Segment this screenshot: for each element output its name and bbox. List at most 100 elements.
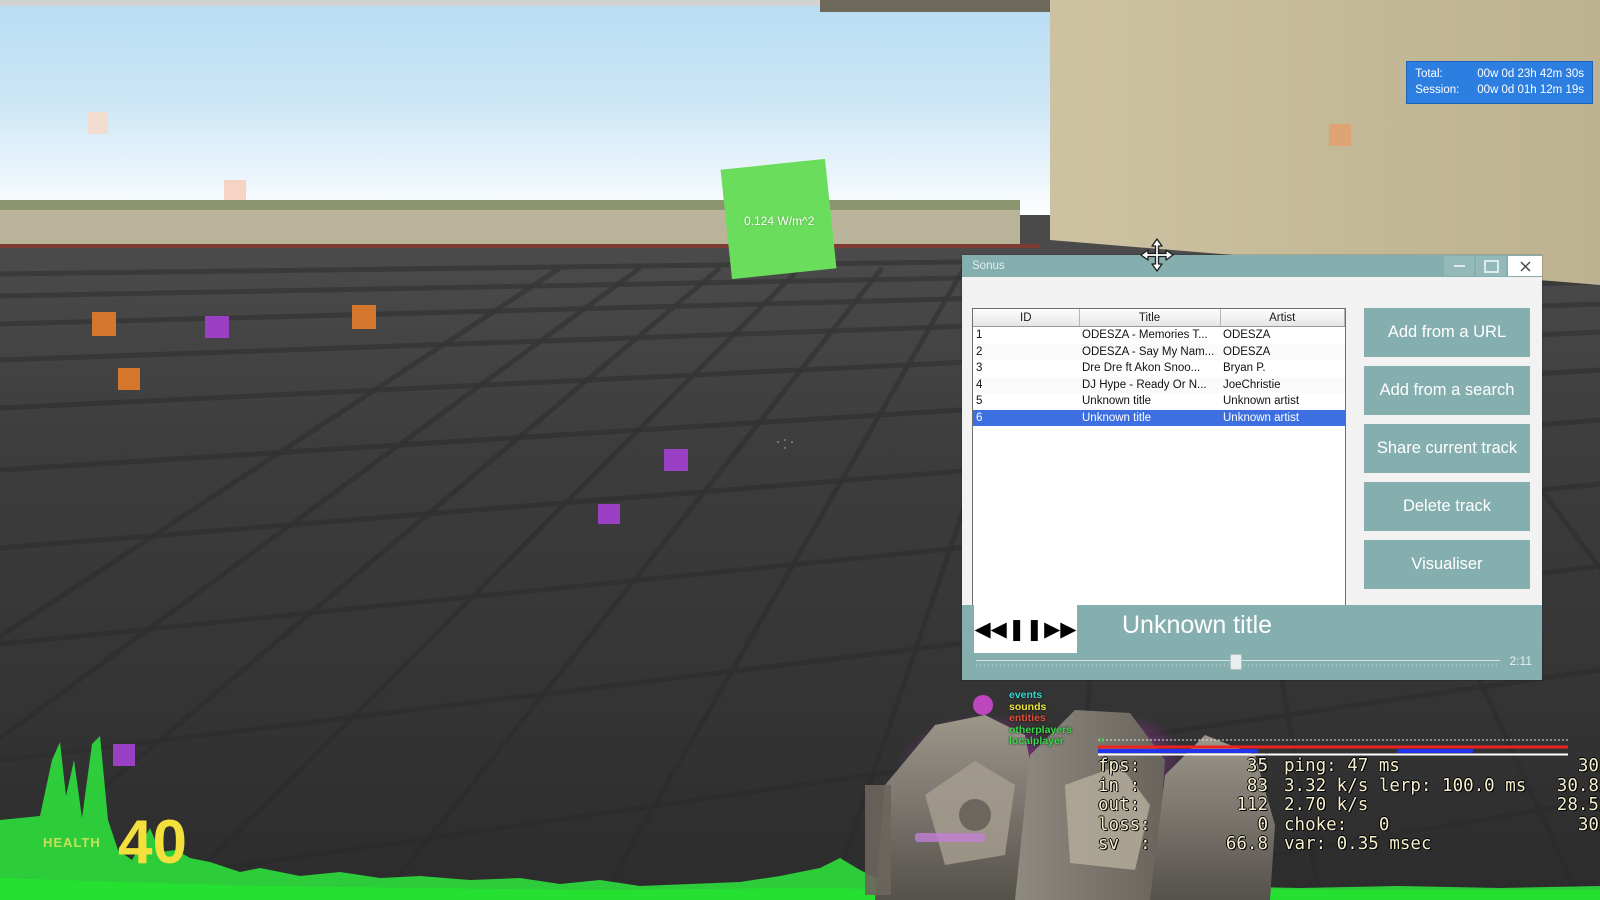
minimize-button[interactable] <box>1444 256 1474 276</box>
netgraph-stat-line: out: 112 2.70 k/s 28.5/s <box>1098 795 1600 816</box>
playlist-row[interactable]: 2 ODESZA - Say My Nam... ODESZA <box>973 343 1345 360</box>
scene-marker <box>1329 124 1351 146</box>
scene-marker <box>205 316 229 338</box>
netgraph-stat-value: 35 <box>1246 756 1268 776</box>
scene-marker <box>352 305 376 329</box>
playlist-table-container[interactable]: ID Title Artist 1 ODESZA - Memories T... ODE… <box>972 308 1346 607</box>
netgraph-stat-label: loss: <box>1098 814 1151 835</box>
netgraph-stat-label: in : <box>1098 775 1141 796</box>
netgraph-stat-label: fps: <box>1098 756 1141 776</box>
playlist-body: 1 ODESZA - Memories T... ODESZA 2 ODESZA - S… <box>973 327 1345 426</box>
sonus-titlebar[interactable]: Sonus <box>962 255 1542 277</box>
transport-controls: ◀◀ ❚❚ ▶▶ <box>974 605 1077 653</box>
playlist-column-header[interactable]: Title <box>1079 309 1221 327</box>
scene-marker <box>118 368 140 390</box>
playlist-cell-id: 4 <box>976 378 983 391</box>
window-controls <box>1442 255 1542 277</box>
playlist-cell-id: 2 <box>976 345 983 358</box>
playlist-table: ID Title Artist 1 ODESZA - Memories T... ODE… <box>973 309 1345 426</box>
now-playing-title: Unknown title <box>1122 611 1273 639</box>
playlist-row[interactable]: 3 Dre Dre ft Akon Snoo... Bryan P. <box>973 360 1345 377</box>
previous-button[interactable]: ◀◀ <box>975 619 1007 640</box>
netgraph-stat-rate <box>1524 835 1600 855</box>
netgraph-legend-item: events <box>1009 689 1043 701</box>
playlist-cell-title: ODESZA - Memories T... <box>1082 329 1208 342</box>
netgraph-stat-extra: var: 0.35 msec <box>1284 834 1432 854</box>
netgraph-stat-extra: 3.32 k/s lerp: 100.0 ms <box>1284 775 1527 796</box>
close-icon <box>1520 261 1530 271</box>
next-button[interactable]: ▶▶ <box>1044 619 1076 640</box>
netgraph-stat-rate: 30/s <box>1577 756 1600 776</box>
netgraph-stat-line: loss: 0 choke: 0 30/s <box>1098 814 1600 836</box>
add-from-search-button[interactable]: Add from a search <box>1364 366 1530 415</box>
seek-row: 2:11 <box>976 654 1532 670</box>
delete-track-button[interactable]: Delete track <box>1364 482 1530 531</box>
scene-marker <box>224 180 246 200</box>
netgraph-stat-extra: 2.70 k/s <box>1284 795 1369 815</box>
playlist-cell-artist: JoeChristie <box>1223 378 1281 391</box>
pause-button[interactable]: ❚❚ <box>1008 619 1043 640</box>
playtime-total-label: Total: <box>1415 68 1443 80</box>
sonus-title: Sonus <box>972 260 1005 272</box>
playlist-row[interactable]: 1 ODESZA - Memories T... ODESZA <box>973 327 1345 344</box>
netgraph-stat-rate: 28.5/s <box>1556 795 1600 815</box>
move-cursor-icon <box>1140 238 1174 272</box>
netgraph-legend-item: entities <box>1009 712 1046 724</box>
close-button[interactable] <box>1508 256 1542 276</box>
seek-thumb[interactable] <box>1229 654 1242 670</box>
playlist-column-header[interactable]: ID <box>973 309 1080 327</box>
playlist-cell-id: 3 <box>976 362 983 375</box>
scene-marker <box>664 449 688 471</box>
playlist-cell-title: Unknown title <box>1082 395 1152 408</box>
playlist-row[interactable]: 5 Unknown title Unknown artist <box>973 393 1345 410</box>
netgraph-stats: fps: 35 ping: 47 ms 30/s in : 83 3.32 k/s lerp… <box>1098 756 1600 855</box>
playlist-cell-title: Dre Dre ft Akon Snoo... <box>1082 362 1201 375</box>
player-bar: ◀◀ ❚❚ ▶▶ Unknown title 2:11 <box>962 605 1542 680</box>
netgraph-stat-rate: 30/s <box>1577 814 1600 835</box>
netgraph-stat-value: 112 <box>1236 795 1268 815</box>
share-current-track-button[interactable]: Share current track <box>1364 424 1530 473</box>
playlist-row[interactable]: 4 DJ Hype - Ready Or N... JoeChristie <box>973 376 1345 393</box>
screen-top-strip <box>0 0 820 6</box>
playlist-cell-artist: Bryan P. <box>1223 362 1266 375</box>
scene-marker <box>92 312 116 336</box>
netgraph-stat-line: sv : 66.8 var: 0.35 msec <box>1098 834 1600 855</box>
playlist-cell-id: 1 <box>976 329 983 342</box>
playtime-session-label: Session: <box>1415 84 1460 96</box>
netgraph-stat-value: 83 <box>1246 775 1268 796</box>
maximize-button[interactable] <box>1476 256 1506 276</box>
netgraph-stat-line: fps: 35 ping: 47 ms 30/s <box>1098 756 1600 777</box>
playtime-overlay: Total: 00w 0d 23h 42m 30s Session: 00w 0… <box>1407 62 1592 103</box>
playtime-session-value: 00w 0d 01h 12m 19s <box>1477 84 1584 96</box>
sonus-body: ID Title Artist 1 ODESZA - Memories T... ODE… <box>962 277 1542 680</box>
playlist-cell-id: 6 <box>976 411 983 424</box>
netgraph-stat-extra: choke: 0 <box>1284 814 1390 835</box>
netgraph-stat-label: sv : <box>1098 834 1151 854</box>
playlist-cell-title: DJ Hype - Ready Or N... <box>1082 378 1207 391</box>
solar-panel-marker: 0.124 W/m^2 <box>720 158 837 280</box>
netgraph-stat-extra: ping: 47 ms <box>1284 756 1400 776</box>
netgraph-stat-value: 66.8 <box>1225 834 1268 854</box>
track-time: 2:11 <box>1509 654 1532 668</box>
scene-marker <box>88 112 108 134</box>
visualiser-button[interactable]: Visualiser <box>1364 540 1530 589</box>
playlist-cell-title: ODESZA - Say My Nam... <box>1082 345 1215 358</box>
sonus-window[interactable]: Sonus ID Title Artist 1 ODESZA - Memories T… <box>962 255 1542 680</box>
sonus-action-buttons: Add from a URL Add from a search Share cur… <box>1364 308 1530 598</box>
scene-marker <box>598 504 620 524</box>
crosshair <box>777 439 793 449</box>
screen: 0.124 W/m^2 HEALTH 40 events sounds enti… <box>0 0 1600 900</box>
playlist-cell-artist: ODESZA <box>1223 345 1271 358</box>
playlist-cell-artist: Unknown artist <box>1223 411 1300 424</box>
playlist-cell-title: Unknown title <box>1082 411 1152 424</box>
playlist-row[interactable]: 6 Unknown title Unknown artist <box>973 409 1345 426</box>
seek-slider[interactable] <box>976 654 1500 670</box>
minimize-icon <box>1453 265 1465 267</box>
playlist-cell-artist: ODESZA <box>1223 329 1271 342</box>
playlist-column-header[interactable]: Artist <box>1220 309 1345 327</box>
netgraph-stat-rate: 30.8/s <box>1556 775 1600 796</box>
add-from-url-button[interactable]: Add from a URL <box>1364 308 1530 357</box>
netgraph-legend-item: localplayer <box>1009 735 1064 747</box>
netgraph-stat-label: out: <box>1098 795 1141 815</box>
solar-panel-label: 0.124 W/m^2 <box>743 214 814 229</box>
